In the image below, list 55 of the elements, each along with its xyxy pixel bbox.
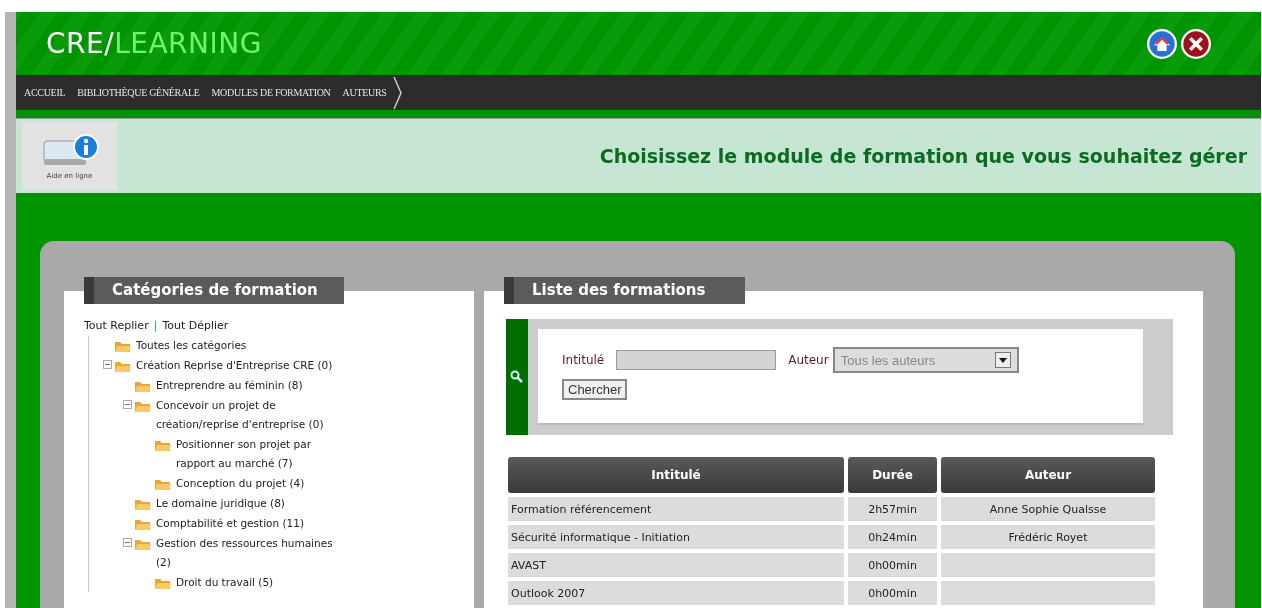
tree-item[interactable]: Droit du travail (5) [176,573,338,592]
table-cell: Formation référencement [508,497,844,521]
table-cell: 0h00min [848,553,937,577]
table-cell: Outlook 2007 [508,581,844,605]
tree-item[interactable]: Comptabilité et gestion (11) [156,514,338,533]
folder-icon [134,537,152,551]
title-input-field[interactable] [616,350,777,370]
field-label: Intitulé [562,353,605,367]
tree-item[interactable]: Toutes les catégories [136,336,373,355]
table-cell: 0h00min [848,581,937,605]
nav-link[interactable]: ACCUEIL [24,87,66,98]
collapse-all-link[interactable]: Tout Replier [84,319,149,332]
folder-icon [134,517,152,531]
table-cell: AVAST [508,553,844,577]
chevron-icon [392,75,403,110]
search-icon [510,370,524,384]
table-cell: 2h57min [848,497,937,521]
folder-icon [134,399,152,413]
separator: | [153,319,158,332]
tree-item[interactable]: Création Reprise d'Entreprise CRE (0) [136,356,373,375]
tree-item[interactable]: Le domaine juridique (8) [156,494,338,513]
tree-item[interactable]: Concevoir un projet de création/reprise d'entreprise (0) [156,396,338,434]
column-header[interactable]: Durée [848,457,937,493]
folder-icon [114,359,132,373]
folder-icon [134,497,152,511]
toggle-icon[interactable] [123,400,132,409]
home-icon[interactable] [1147,28,1177,59]
toggle-icon[interactable] [123,538,132,547]
column-header[interactable]: Auteur [941,457,1155,493]
tree-item[interactable]: Gestion des ressources humaines (2) [156,534,338,572]
folder-icon [114,339,132,353]
folder-icon [134,379,152,393]
expand-all-link[interactable]: Tout Déplier [162,319,229,332]
folder-icon [154,438,172,452]
tree-item[interactable]: Conception du projet (4) [176,474,338,493]
column-header[interactable]: Intitulé [508,457,844,493]
page-heading: Choisissez le module de formation que vous souhaitez gérer [599,145,1247,167]
table-cell: Sécurité informatique - Initiation [508,525,844,549]
folder-icon [154,477,172,491]
table-cell: 0h24min [848,525,937,549]
tree-item[interactable]: Positionner son projet par rapport au marché (7) [176,435,338,473]
search-button[interactable]: Chercher [562,379,628,400]
nav-link[interactable]: AUTEURS [342,87,387,98]
panel-title: Catégories de formation [84,277,344,304]
tree-item[interactable]: Entreprendre au féminin (8) [156,376,338,395]
toggle-icon[interactable] [103,360,112,369]
logo: CRE/LEARNING [46,27,262,60]
close-icon[interactable] [1181,28,1211,59]
field-label: Auteur [788,353,829,367]
table-cell: Anne Sophie Qualsse [941,497,1155,521]
nav-link[interactable]: BIBLIOTHÈQUE GÉNÉRALE [77,87,200,98]
folder-icon [154,576,172,590]
nav-link[interactable]: MODULES DE FORMATION [211,87,331,98]
table-cell: Frédéric Royet [941,525,1155,549]
panel-title: Liste des formations [504,277,746,304]
